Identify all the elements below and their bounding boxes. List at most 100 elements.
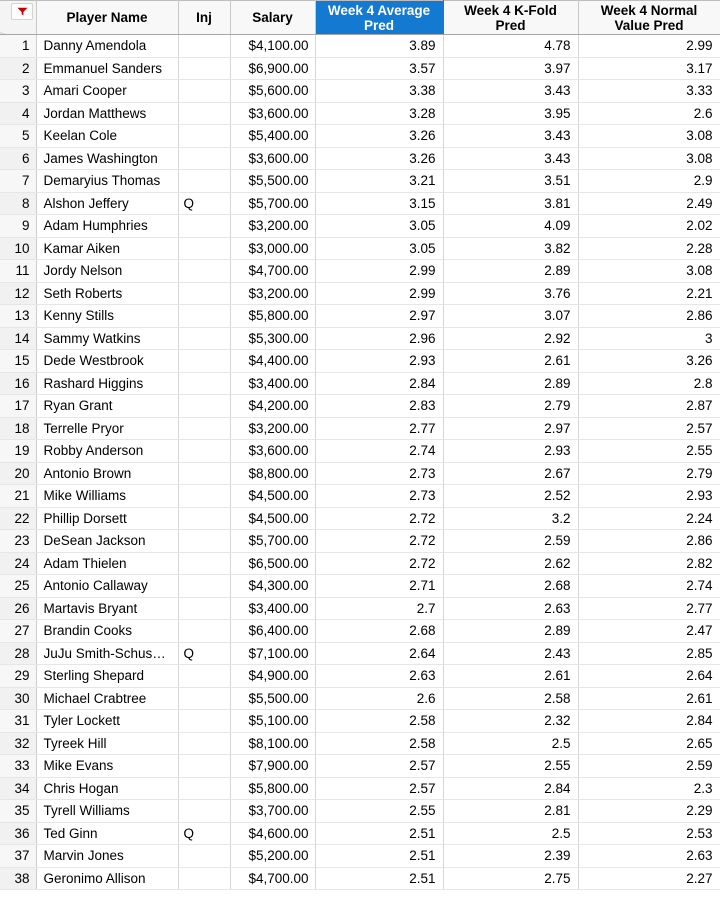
row-number-cell[interactable]: 8 [0,192,37,215]
table-row[interactable]: 8 Alshon Jeffery Q $5,700.00 3.15 3.81 2.49 [0,192,720,215]
week4-kfold-pred-cell[interactable]: 3.43 [443,79,579,103]
row-number-cell[interactable]: 26 [0,597,37,620]
week4-average-pred-cell[interactable]: 2.55 [315,799,444,823]
row-number-cell[interactable]: 3 [0,79,37,103]
week4-average-pred-cell[interactable]: 3.26 [315,147,444,170]
table-row[interactable]: 30 Michael Crabtree $5,500.00 2.6 2.58 2.61 [0,687,720,710]
week4-normal-value-pred-cell[interactable]: 2.49 [578,192,720,215]
week4-normal-value-pred-cell[interactable]: 2.79 [578,462,720,485]
injury-status-cell[interactable]: Q [178,192,231,215]
injury-status-cell[interactable] [178,552,231,575]
injury-status-cell[interactable] [178,124,231,148]
row-number-cell[interactable]: 5 [0,124,37,148]
week4-normal-value-pred-cell[interactable]: 2.93 [578,484,720,508]
injury-status-cell[interactable] [178,507,231,530]
week4-kfold-pred-cell[interactable]: 3.43 [443,124,579,148]
table-row[interactable]: 7 Demaryius Thomas $5,500.00 3.21 3.51 2.9 [0,169,720,193]
row-number-cell[interactable]: 28 [0,642,37,665]
column-header-week4-kfold-pred[interactable]: Week 4 K-Fold Pred [443,0,579,35]
injury-status-cell[interactable] [178,529,231,553]
player-name-cell[interactable]: James Washington [36,147,179,170]
row-number-cell[interactable]: 25 [0,574,37,598]
salary-cell[interactable]: $6,500.00 [230,552,316,575]
salary-cell[interactable]: $3,700.00 [230,799,316,823]
row-number-cell[interactable]: 34 [0,777,37,800]
week4-normal-value-pred-cell[interactable]: 2.28 [578,237,720,260]
week4-average-pred-cell[interactable]: 3.38 [315,79,444,103]
week4-normal-value-pred-cell[interactable]: 2.9 [578,169,720,193]
injury-status-cell[interactable] [178,867,231,890]
player-name-cell[interactable]: Martavis Bryant [36,597,179,620]
week4-average-pred-cell[interactable]: 2.51 [315,822,444,845]
week4-average-pred-cell[interactable]: 2.84 [315,372,444,395]
week4-average-pred-cell[interactable]: 2.51 [315,844,444,868]
row-number-cell[interactable]: 14 [0,327,37,350]
salary-cell[interactable]: $5,600.00 [230,79,316,103]
injury-status-cell[interactable] [178,237,231,260]
week4-kfold-pred-cell[interactable]: 2.68 [443,574,579,598]
week4-normal-value-pred-cell[interactable]: 3.08 [578,147,720,170]
week4-normal-value-pred-cell[interactable]: 2.63 [578,844,720,868]
week4-kfold-pred-cell[interactable]: 3.82 [443,237,579,260]
table-row[interactable]: 12 Seth Roberts $3,200.00 2.99 3.76 2.21 [0,282,720,305]
row-number-cell[interactable]: 17 [0,394,37,418]
week4-normal-value-pred-cell[interactable]: 3.17 [578,57,720,80]
row-number-cell[interactable]: 35 [0,799,37,823]
week4-kfold-pred-cell[interactable]: 2.89 [443,372,579,395]
week4-average-pred-cell[interactable]: 2.64 [315,642,444,665]
week4-normal-value-pred-cell[interactable]: 2.47 [578,619,720,643]
table-row[interactable]: 9 Adam Humphries $3,200.00 3.05 4.09 2.02 [0,214,720,238]
row-number-cell[interactable]: 18 [0,417,37,440]
player-name-cell[interactable]: Dede Westbrook [36,349,179,373]
player-name-cell[interactable]: Ted Ginn [36,822,179,845]
salary-cell[interactable]: $3,200.00 [230,417,316,440]
injury-status-cell[interactable] [178,57,231,80]
week4-normal-value-pred-cell[interactable]: 2.99 [578,34,720,58]
player-name-cell[interactable]: Antonio Brown [36,462,179,485]
injury-status-cell[interactable] [178,462,231,485]
week4-average-pred-cell[interactable]: 2.58 [315,709,444,733]
player-name-cell[interactable]: Ryan Grant [36,394,179,418]
table-row[interactable]: 24 Adam Thielen $6,500.00 2.72 2.62 2.82 [0,552,720,575]
week4-kfold-pred-cell[interactable]: 2.62 [443,552,579,575]
injury-status-cell[interactable] [178,394,231,418]
week4-kfold-pred-cell[interactable]: 2.75 [443,867,579,890]
week4-average-pred-cell[interactable]: 2.72 [315,529,444,553]
salary-cell[interactable]: $5,800.00 [230,304,316,328]
week4-average-pred-cell[interactable]: 2.99 [315,259,444,283]
week4-normal-value-pred-cell[interactable]: 2.8 [578,372,720,395]
week4-normal-value-pred-cell[interactable]: 3 [578,327,720,350]
salary-cell[interactable]: $3,600.00 [230,439,316,463]
row-number-cell[interactable]: 2 [0,57,37,80]
injury-status-cell[interactable] [178,687,231,710]
player-name-cell[interactable]: Emmanuel Sanders [36,57,179,80]
player-name-cell[interactable]: Tyler Lockett [36,709,179,733]
salary-cell[interactable]: $4,300.00 [230,574,316,598]
player-name-cell[interactable]: Jordy Nelson [36,259,179,283]
week4-normal-value-pred-cell[interactable]: 3.33 [578,79,720,103]
injury-status-cell[interactable] [178,417,231,440]
table-row[interactable]: 16 Rashard Higgins $3,400.00 2.84 2.89 2.8 [0,372,720,395]
player-name-cell[interactable]: Adam Humphries [36,214,179,238]
injury-status-cell[interactable] [178,777,231,800]
player-name-cell[interactable]: Kamar Aiken [36,237,179,260]
injury-status-cell[interactable] [178,304,231,328]
row-number-cell[interactable]: 31 [0,709,37,733]
injury-status-cell[interactable] [178,574,231,598]
salary-cell[interactable]: $6,900.00 [230,57,316,80]
player-name-cell[interactable]: Marvin Jones [36,844,179,868]
row-number-cell[interactable]: 38 [0,867,37,890]
table-row[interactable]: 4 Jordan Matthews $3,600.00 3.28 3.95 2.6 [0,102,720,125]
week4-average-pred-cell[interactable]: 2.73 [315,484,444,508]
row-number-cell[interactable]: 21 [0,484,37,508]
salary-cell[interactable]: $4,400.00 [230,349,316,373]
week4-normal-value-pred-cell[interactable]: 2.55 [578,439,720,463]
salary-cell[interactable]: $7,900.00 [230,754,316,778]
week4-normal-value-pred-cell[interactable]: 2.85 [578,642,720,665]
week4-average-pred-cell[interactable]: 2.77 [315,417,444,440]
table-row[interactable]: 20 Antonio Brown $8,800.00 2.73 2.67 2.79 [0,462,720,485]
salary-cell[interactable]: $5,400.00 [230,124,316,148]
player-name-cell[interactable]: JuJu Smith-Schus… [36,642,179,665]
week4-kfold-pred-cell[interactable]: 2.89 [443,619,579,643]
table-row[interactable]: 13 Kenny Stills $5,800.00 2.97 3.07 2.86 [0,304,720,328]
